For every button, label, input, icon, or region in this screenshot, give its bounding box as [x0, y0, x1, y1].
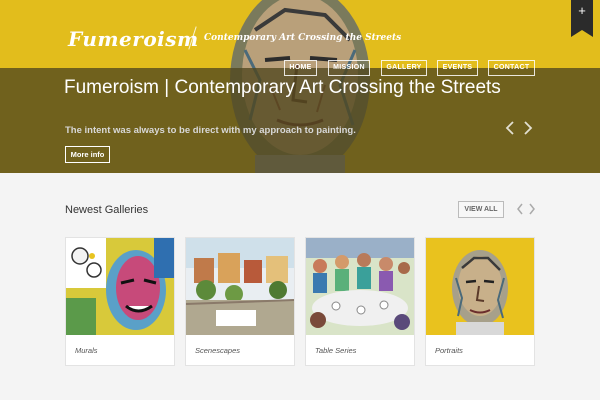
hero-subtitle: The intent was always to be direct with …	[65, 125, 356, 136]
gallery-caption[interactable]: Table Series	[315, 346, 356, 355]
nav-contact[interactable]: CONTACT	[488, 60, 535, 76]
gallery-prev-arrow-icon[interactable]	[516, 203, 524, 215]
scenescapes-thumbnail[interactable]	[186, 238, 294, 335]
gallery-card-murals[interactable]: Murals	[65, 237, 175, 366]
hero-next-arrow-icon[interactable]	[522, 120, 534, 136]
plus-icon[interactable]: +	[571, 4, 593, 17]
corner-ribbon[interactable]: +	[571, 0, 593, 37]
table-series-thumbnail[interactable]	[306, 238, 414, 335]
gallery-next-arrow-icon[interactable]	[528, 203, 536, 215]
hero-prev-arrow-icon[interactable]	[504, 120, 516, 136]
nav-home[interactable]: HOME	[284, 60, 317, 76]
site-logo[interactable]: Fumeroism	[68, 27, 199, 51]
view-all-button[interactable]: VIEW ALL	[458, 201, 504, 218]
gallery-caption[interactable]: Murals	[75, 346, 98, 355]
section-title: Newest Galleries	[65, 204, 149, 216]
gallery-card-portraits[interactable]: Portraits	[425, 237, 535, 366]
gallery-card-scenescapes[interactable]: Scenescapes	[185, 237, 295, 366]
portraits-thumbnail[interactable]	[426, 238, 534, 335]
hero-title: Fumeroism | Contemporary Art Crossing th…	[64, 77, 501, 98]
nav-mission[interactable]: MISSION	[328, 60, 370, 76]
gallery-caption[interactable]: Scenescapes	[195, 346, 240, 355]
murals-thumbnail[interactable]	[66, 238, 174, 335]
more-info-button[interactable]: More info	[65, 146, 110, 163]
site-tagline: Contemporary Art Crossing the Streets	[204, 33, 402, 43]
gallery-card-table-series[interactable]: Table Series	[305, 237, 415, 366]
nav-events[interactable]: EVENTS	[437, 60, 478, 76]
nav-gallery[interactable]: GALLERY	[381, 60, 427, 76]
gallery-caption[interactable]: Portraits	[435, 346, 463, 355]
